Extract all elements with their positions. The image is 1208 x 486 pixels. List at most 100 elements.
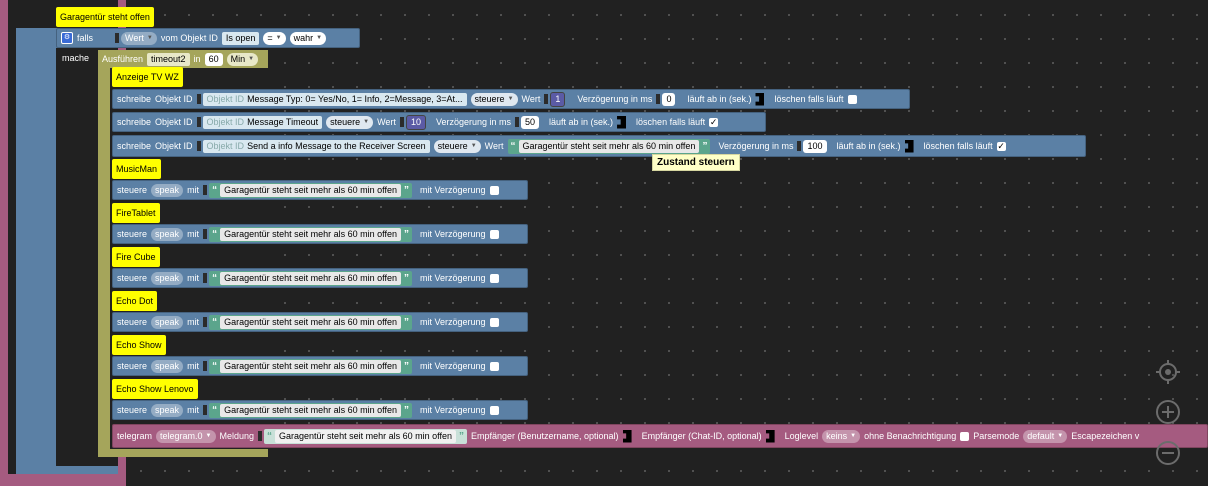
steuere-label: steuere <box>117 185 148 195</box>
message-text-block[interactable]: “Garagentür steht seit mehr als 60 min o… <box>209 182 412 198</box>
speak-dropdown[interactable]: speak <box>151 315 184 329</box>
clear-checkbox[interactable]: ✓ <box>996 141 1006 151</box>
recipient-user-label: Empfänger (Benutzername, optional) <box>470 431 619 441</box>
loglevel-value: keins <box>826 431 848 441</box>
zoom-in-icon[interactable] <box>1155 399 1181 425</box>
if-condition-row[interactable]: ⚙ falls Wert ▼ vom Objekt ID Is open = ▼ w… <box>56 28 360 48</box>
message-text-block[interactable]: “Garagentür steht seit mehr als 60 min o… <box>209 402 412 418</box>
mit-label: mit <box>187 405 200 415</box>
empty-input-slot[interactable] <box>617 115 627 129</box>
close-quote-icon: ” <box>404 228 409 240</box>
speak-row-musicman[interactable]: steuere speak mit “Garagentür steht seit… <box>112 180 528 200</box>
message-text[interactable]: Garagentür steht seit mehr als 60 min of… <box>220 183 401 197</box>
close-quote-icon: ” <box>404 272 409 284</box>
steuere-dropdown[interactable]: steuere ▼ <box>433 139 481 153</box>
message-text-block[interactable]: “Garagentür steht seit mehr als 60 min o… <box>209 226 412 242</box>
telegram-row[interactable]: telegram telegram.0 ▼ Meldung “Garagentür… <box>112 424 1208 448</box>
write-row-info-message[interactable]: schreibe Objekt ID Objekt ID Send a info … <box>112 135 1086 157</box>
loglevel-dropdown[interactable]: keins ▼ <box>822 429 861 443</box>
wert-dropdown[interactable]: Wert ▼ <box>121 31 157 45</box>
object-field[interactable]: Is open <box>221 31 260 45</box>
message-text[interactable]: Garagentür steht seit mehr als 60 min of… <box>220 227 401 241</box>
comment-firecube[interactable]: Fire Cube <box>112 247 160 267</box>
comment-echodot[interactable]: Echo Dot <box>112 291 158 311</box>
clear-checkbox[interactable] <box>847 94 857 104</box>
wert-label: Wert <box>521 94 541 104</box>
falls-label: falls <box>77 33 94 43</box>
empty-input-slot[interactable] <box>622 429 632 443</box>
timeout-header[interactable]: Ausführen timeout2 in 60 Min ▼ <box>98 50 268 68</box>
value-input[interactable]: 10 <box>405 114 426 130</box>
steuere-label: steuere <box>117 229 148 239</box>
comment-firetablet[interactable]: FireTablet <box>112 203 160 223</box>
close-quote-icon: ” <box>404 184 409 196</box>
speak-dropdown[interactable]: speak <box>151 271 184 285</box>
speak-row-firecube[interactable]: steuere speak mit “Garagentür steht seit… <box>112 268 528 288</box>
objekt-label: Objekt ID <box>155 94 193 104</box>
comment-echoshow[interactable]: Echo Show <box>112 335 166 355</box>
speak-row-echodot[interactable]: steuere speak mit “Garagentür steht seit… <box>112 312 528 332</box>
silent-checkbox[interactable] <box>960 431 970 441</box>
object-id-ghost: Objekt ID <box>206 117 245 127</box>
empty-input-slot[interactable] <box>765 429 775 443</box>
clear-checkbox[interactable]: ✓ <box>709 117 719 127</box>
input-notch <box>797 141 802 151</box>
write-row-message-type[interactable]: schreibe Objekt ID Objekt ID Message Typ:… <box>112 89 910 109</box>
speak-dropdown[interactable]: speak <box>151 359 184 373</box>
message-text-block[interactable]: “Garagentür steht seit mehr als 60 min o… <box>209 314 412 330</box>
gear-icon[interactable]: ⚙ <box>61 32 73 44</box>
delay-input[interactable]: 100 <box>803 139 827 153</box>
steuere-dropdown[interactable]: steuere ▼ <box>470 92 518 106</box>
telegram-message-block[interactable]: “Garagentür steht seit mehr als 60 min o… <box>264 428 467 444</box>
unit-dropdown[interactable]: Min ▼ <box>226 52 259 66</box>
empty-input-slot[interactable] <box>904 139 914 153</box>
speak-dropdown[interactable]: speak <box>151 227 184 241</box>
timeout-amount[interactable]: 60 <box>204 52 223 66</box>
message-text[interactable]: Garagentür steht seit mehr als 60 min of… <box>220 271 401 285</box>
message-text-block[interactable]: “Garagentür steht seit mehr als 60 min o… <box>209 270 412 286</box>
dropdown-arrow-icon: ▼ <box>316 35 323 41</box>
speak-row-echoshow[interactable]: steuere speak mit “Garagentür steht seit… <box>112 356 528 376</box>
delay-input[interactable]: 50 <box>521 115 540 129</box>
object-id-input[interactable]: Objekt ID Send a info Message to the Rece… <box>202 139 430 153</box>
speak-dropdown[interactable]: speak <box>151 403 184 417</box>
delay-input[interactable]: 0 <box>662 92 676 106</box>
delay-checkbox[interactable] <box>489 185 499 195</box>
write-row-message-timeout[interactable]: schreibe Objekt ID Objekt ID Message Time… <box>112 112 766 132</box>
telegram-instance-dropdown[interactable]: telegram.0 ▼ <box>156 429 216 443</box>
schreibe-label: schreibe <box>117 141 152 151</box>
comment-musicman[interactable]: MusicMan <box>112 159 162 179</box>
speak-dropdown[interactable]: speak <box>151 183 184 197</box>
parsemode-dropdown[interactable]: default ▼ <box>1023 429 1068 443</box>
comment-echoshowlenovo[interactable]: Echo Show Lenovo <box>112 379 198 399</box>
empty-input-slot[interactable] <box>755 92 765 106</box>
message-text[interactable]: Garagentür steht seit mehr als 60 min of… <box>220 403 401 417</box>
zoom-out-icon[interactable] <box>1155 440 1181 466</box>
operator-dropdown[interactable]: = ▼ <box>263 31 286 45</box>
center-target-icon[interactable] <box>1155 359 1181 385</box>
delay-checkbox[interactable] <box>489 405 499 415</box>
value-dropdown[interactable]: wahr ▼ <box>289 31 327 45</box>
value-input[interactable]: 1 <box>550 91 566 107</box>
comment-garage-open[interactable]: Garagentür steht offen <box>56 7 154 27</box>
message-text-block[interactable]: “Garagentür steht seit mehr als 60 min o… <box>209 358 412 374</box>
delay-checkbox[interactable] <box>489 273 499 283</box>
close-quote-icon: ” <box>404 404 409 416</box>
delay-checkbox[interactable] <box>489 317 499 327</box>
message-text[interactable]: Garagentür steht seit mehr als 60 min of… <box>220 315 401 329</box>
speak-row-firetablet[interactable]: steuere speak mit “Garagentür steht seit… <box>112 224 528 244</box>
steuere-label: steuere <box>117 273 148 283</box>
delay-checkbox[interactable] <box>489 361 499 371</box>
comment-anzeige[interactable]: Anzeige TV WZ <box>112 67 183 87</box>
object-id-input[interactable]: Objekt ID Message Timeout <box>202 115 323 129</box>
timeout-name-field[interactable]: timeout2 <box>147 52 190 66</box>
recipient-chat-label: Empfänger (Chat-ID, optional) <box>641 431 762 441</box>
value-text[interactable]: Garagentür steht seit mehr als 60 min of… <box>518 139 700 153</box>
delay-checkbox[interactable] <box>489 229 499 239</box>
value-text-block[interactable]: “ Garagentür steht seit mehr als 60 min … <box>507 138 711 154</box>
speak-row-echoshowlenovo[interactable]: steuere speak mit “Garagentür steht seit… <box>112 400 528 420</box>
message-text[interactable]: Garagentür steht seit mehr als 60 min of… <box>220 359 401 373</box>
telegram-message-text[interactable]: Garagentür steht seit mehr als 60 min of… <box>275 429 456 443</box>
object-id-input[interactable]: Objekt ID Message Typ: 0= Yes/No, 1= Info… <box>202 92 467 106</box>
steuere-dropdown[interactable]: steuere ▼ <box>326 115 374 129</box>
